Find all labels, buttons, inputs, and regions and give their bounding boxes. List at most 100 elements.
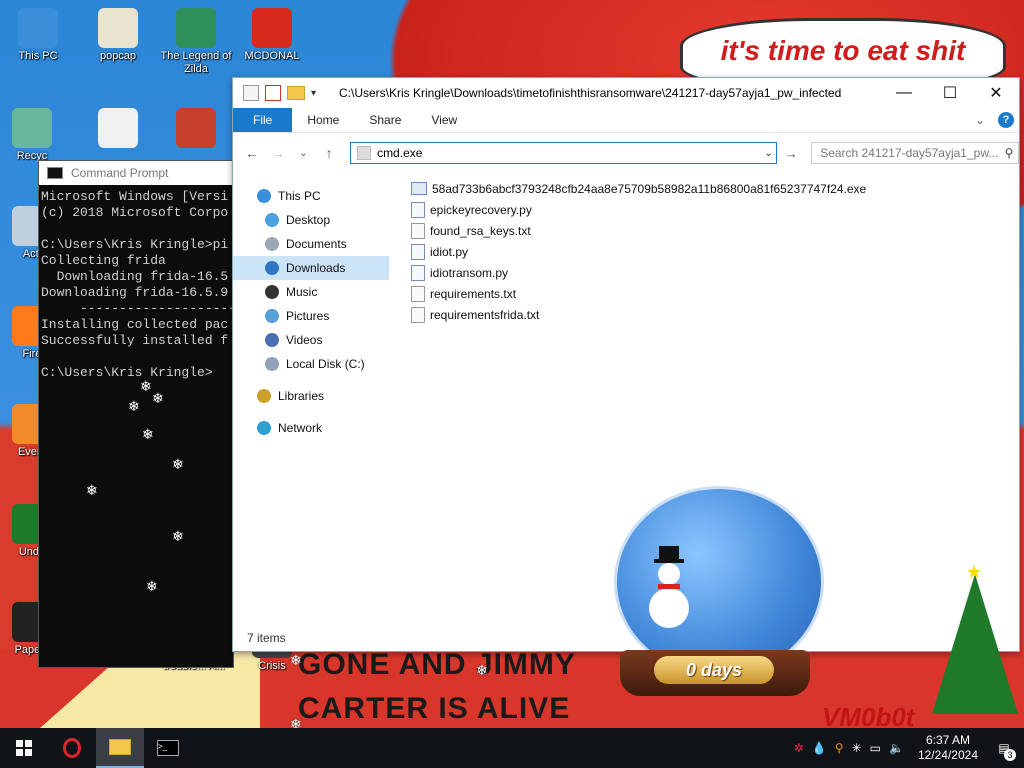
desktop-icon-angry-birds-seasons-icon[interactable] <box>160 108 232 150</box>
cmd-line: Microsoft Windows [Versi <box>41 189 229 204</box>
address-input[interactable]: cmd.exe <box>377 146 760 160</box>
file-item[interactable]: 58ad733b6abcf3793248cfb24aa8e75709b58982… <box>411 178 866 199</box>
tray-drop-icon[interactable]: 💧 <box>812 741 827 755</box>
file-item[interactable]: idiot.py <box>411 241 866 262</box>
file-name: idiotransom.py <box>430 265 509 280</box>
nav-item-network[interactable]: Network <box>233 416 389 440</box>
go-arrow-icon[interactable]: → <box>781 146 801 161</box>
nav-item-desktop[interactable]: Desktop <box>233 208 389 232</box>
cmd-line <box>41 349 231 365</box>
close-button[interactable]: ✕ <box>973 78 1019 108</box>
nav-item-pictures[interactable]: Pictures <box>233 304 389 328</box>
search-input[interactable]: Search 241217-day57ayja1_pw... <box>820 146 1000 160</box>
snowflake-icon: ❄ <box>476 662 488 678</box>
nav-item-documents[interactable]: Documents <box>233 232 389 256</box>
computer-icon <box>18 8 58 48</box>
nav-item-videos[interactable]: Videos <box>233 328 389 352</box>
cmd-line: Downloading frida-16.5.9 <box>41 285 229 300</box>
tab-file[interactable]: File <box>233 108 293 132</box>
cmd-titlebar[interactable]: Command Prompt <box>39 161 233 185</box>
file-explorer-taskbar-button[interactable] <box>96 728 144 768</box>
forward-arrow-icon[interactable]: → <box>267 142 289 164</box>
nav-item-label: Videos <box>286 333 323 347</box>
maximize-button[interactable]: ☐ <box>927 78 973 108</box>
cmd-line <box>41 221 231 237</box>
tab-view[interactable]: View <box>416 108 472 132</box>
up-arrow-icon[interactable]: ↑ <box>318 142 340 164</box>
tab-home[interactable]: Home <box>292 108 354 132</box>
file-icon <box>357 146 372 160</box>
desktop-icon-recyc[interactable]: Recyc <box>0 108 68 163</box>
new-folder-icon[interactable] <box>287 86 305 100</box>
snowflake-icon: ❄ <box>152 390 164 406</box>
tray-bluetooth-icon[interactable]: ✳ <box>852 741 862 755</box>
help-icon[interactable]: ? <box>998 112 1014 128</box>
txt-file-icon <box>411 222 425 239</box>
address-bar[interactable]: cmd.exe ⌄ <box>350 142 778 164</box>
opera-taskbar-button[interactable] <box>48 728 96 768</box>
taskbar: >_ ✲ 💧 ⚲ ✳ ▭ 🔈 6:37 AM 12/24/2024 ▤ 3 <box>0 728 1024 768</box>
desktop-icon-this-pc[interactable]: This PC <box>2 8 74 63</box>
recent-locations-icon[interactable]: ⌄ <box>293 142 315 164</box>
banner-text: it's time to eat shit <box>720 35 966 66</box>
properties-icon[interactable] <box>265 85 281 101</box>
videos-icon <box>265 333 279 347</box>
desktop-icon-popcap[interactable]: popcap <box>82 8 154 63</box>
tab-share[interactable]: Share <box>354 108 416 132</box>
py-file-icon <box>411 243 425 260</box>
file-item[interactable]: idiotransom.py <box>411 262 866 283</box>
nav-item-local-disk-c[interactable]: Local Disk (C:) <box>233 352 389 376</box>
cmd-line: C:\Users\Kris Kringle>pi <box>41 237 229 252</box>
desktop-icon-the-legend-of-zilda[interactable]: The Legend of Zilda <box>160 8 232 76</box>
tray-network-icon[interactable]: ▭ <box>870 741 881 755</box>
nav-item-music[interactable]: Music <box>233 280 389 304</box>
music-icon <box>265 285 279 299</box>
expand-ribbon-icon[interactable]: ⌄ <box>967 108 993 132</box>
mcdonalds-icon <box>252 8 292 48</box>
nav-item-libraries[interactable]: Libraries <box>233 384 389 408</box>
quick-access-dropdown-icon[interactable]: ▾ <box>311 88 316 99</box>
snow-globe-counter: 0 days <box>654 656 774 684</box>
desktop-icon-mcdonal[interactable]: MCDONAL <box>236 8 308 63</box>
desktop-icon-label: This PC <box>18 50 58 62</box>
tray-app-icon[interactable]: ✲ <box>794 741 804 755</box>
file-item[interactable]: found_rsa_keys.txt <box>411 220 866 241</box>
explorer-titlebar[interactable]: ▾ C:\Users\Kris Kringle\Downloads\timeto… <box>233 78 1019 108</box>
minimize-button[interactable]: — <box>881 78 927 108</box>
taskbar-clock[interactable]: 6:37 AM 12/24/2024 <box>912 733 984 763</box>
window-title: C:\Users\Kris Kringle\Downloads\timetofi… <box>339 86 842 100</box>
nav-item-label: Network <box>278 421 323 435</box>
recycle-bin-icon <box>12 108 52 148</box>
back-arrow-icon[interactable]: ← <box>241 142 263 164</box>
nav-item-this-pc[interactable]: This PC <box>233 184 389 208</box>
action-center-button[interactable]: ▤ 3 <box>992 737 1016 761</box>
file-name: requirementsfrida.txt <box>430 307 540 322</box>
cmd-icon <box>47 167 63 179</box>
clock-time: 6:37 AM <box>925 733 970 747</box>
popcap-icon <box>98 8 138 48</box>
snowflake-icon: ❄ <box>86 482 98 498</box>
search-icon[interactable]: ⚲ <box>1000 146 1018 160</box>
file-name: idiot.py <box>430 244 469 259</box>
file-item[interactable]: requirementsfrida.txt <box>411 304 866 325</box>
desktop-icon-chicken-icon[interactable] <box>82 108 154 150</box>
py-file-icon <box>411 201 425 218</box>
command-prompt-taskbar-button[interactable]: >_ <box>144 728 192 768</box>
tray-volume-icon[interactable]: 🔈 <box>889 741 904 755</box>
snowflake-icon: ❄ <box>140 378 152 394</box>
snowflake-icon: ❄ <box>172 528 184 544</box>
tray-search-icon[interactable]: ⚲ <box>835 741 844 755</box>
navigation-bar: ← → ⌄ ↑ cmd.exe ⌄ → Search 241217-day57a… <box>233 133 1020 173</box>
nav-item-downloads[interactable]: Downloads <box>233 256 389 280</box>
cmd-line: (c) 2018 Microsoft Corpo <box>41 205 229 220</box>
file-item[interactable]: epickeyrecovery.py <box>411 199 866 220</box>
cmd-output[interactable]: Microsoft Windows [Versi (c) 2018 Microso… <box>39 185 233 385</box>
search-box[interactable]: Search 241217-day57ayja1_pw... ⚲ <box>811 142 1020 164</box>
address-dropdown-icon[interactable]: ⌄ <box>760 148 776 159</box>
clock-date: 12/24/2024 <box>917 748 978 762</box>
file-item[interactable]: requirements.txt <box>411 283 866 304</box>
window-menu-icon[interactable] <box>243 85 259 101</box>
desktop-icon-label: popcap <box>99 50 137 62</box>
nav-item-label: Desktop <box>286 213 331 227</box>
start-button[interactable] <box>0 728 48 768</box>
